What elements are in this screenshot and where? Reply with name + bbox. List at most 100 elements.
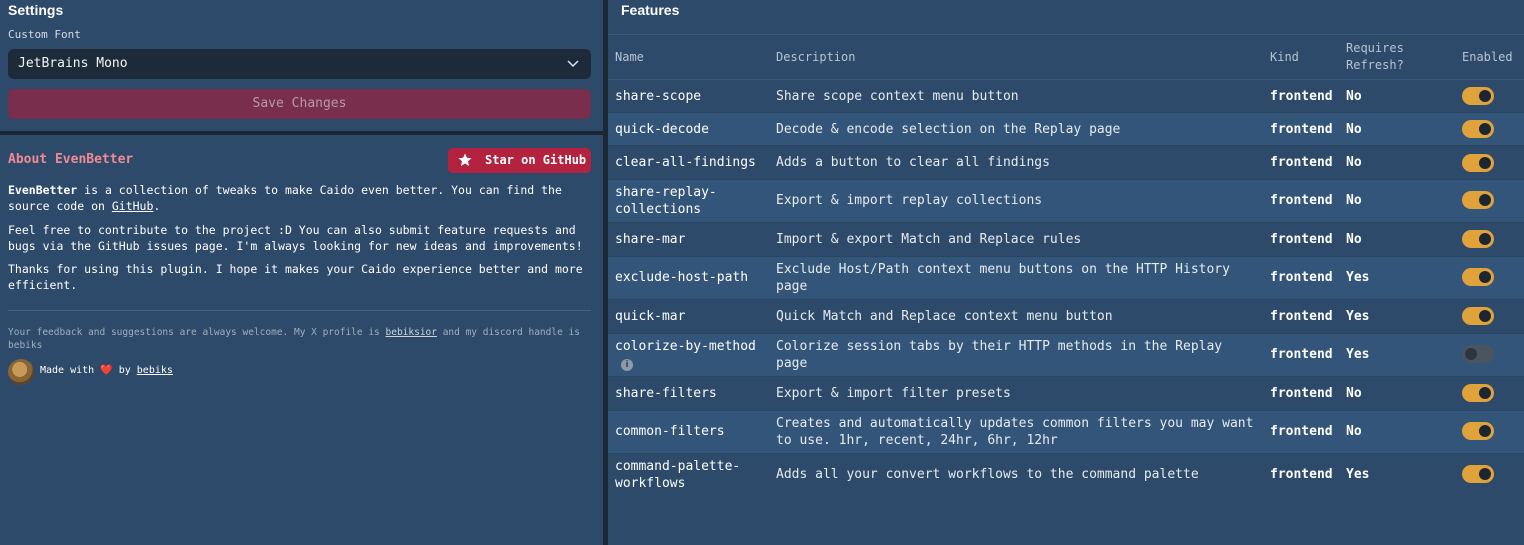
table-row: exclude-host-path Exclude Host/Path cont… — [608, 257, 1524, 300]
feature-name-line1: share-replay- — [615, 185, 717, 200]
settings-card: Settings Custom Font JetBrains Mono Save… — [0, 0, 603, 131]
feature-name: clear-all-findings — [615, 155, 756, 170]
features-title: Features — [621, 2, 680, 18]
table-row: clear-all-findings Adds a button to clea… — [608, 146, 1524, 180]
enabled-toggle[interactable] — [1462, 120, 1494, 138]
star-on-github-button[interactable]: Star on GitHub — [448, 148, 591, 173]
about-text-end: . — [153, 199, 161, 213]
toggle-knob — [1479, 425, 1491, 437]
enabled-toggle[interactable] — [1462, 87, 1494, 105]
enabled-toggle[interactable] — [1462, 230, 1494, 248]
feature-kind: frontend — [1270, 122, 1333, 137]
made-with-text: Made with — [40, 365, 95, 376]
feature-description-line1: Exclude Host/Path context menu buttons o… — [776, 262, 1230, 277]
header-description[interactable]: Description — [776, 49, 855, 66]
enabled-toggle[interactable] — [1462, 384, 1494, 402]
toggle-knob — [1479, 123, 1491, 135]
feature-description: Export & import replay collections — [776, 193, 1043, 208]
feature-refresh: Yes — [1346, 309, 1370, 324]
about-paragraph-2: Feel free to contribute to the project :… — [8, 223, 583, 253]
header-kind[interactable]: Kind — [1270, 49, 1299, 66]
made-with: Made with ❤️ by bebiks — [40, 365, 173, 376]
header-requires-refresh[interactable]: Requires Refresh? — [1346, 40, 1404, 74]
feature-description: Import & export Match and Replace rules — [776, 232, 1082, 247]
about-divider — [8, 310, 591, 311]
enabled-toggle[interactable] — [1462, 307, 1494, 325]
enabled-toggle[interactable] — [1462, 345, 1494, 363]
feature-info: i — [615, 355, 756, 372]
header-enabled[interactable]: Enabled — [1462, 49, 1513, 66]
feature-refresh: No — [1346, 386, 1362, 401]
author-link[interactable]: bebiks — [137, 365, 173, 376]
table-row: quick-decode Decode & encode selection o… — [608, 113, 1524, 146]
about-text: is a collection of tweaks to make Caido … — [8, 183, 562, 213]
enabled-toggle[interactable] — [1462, 268, 1494, 286]
chevron-down-icon — [567, 60, 579, 68]
feature-kind: frontend — [1270, 309, 1333, 324]
feature-kind: frontend — [1270, 89, 1333, 104]
table-row: share-scope Share scope context menu but… — [608, 80, 1524, 113]
feature-description-line1: Colorize session tabs by their HTTP meth… — [776, 339, 1223, 354]
toggle-knob — [1479, 194, 1491, 206]
feature-name: exclude-host-path — [615, 270, 749, 285]
feature-refresh: No — [1346, 155, 1362, 170]
features-panel: Features Name Description Kind Requires … — [608, 0, 1524, 545]
custom-font-value: JetBrains Mono — [18, 56, 128, 71]
settings-title: Settings — [8, 2, 64, 18]
feature-description-line2: to use. 1hr, recent, 24hr, 6hr, 12hr — [776, 433, 1058, 448]
section-divider — [0, 131, 603, 135]
feature-name: share-scope — [615, 89, 702, 104]
x-profile-link[interactable]: bebiksior — [386, 327, 437, 338]
plugin-name: EvenBetter — [8, 183, 78, 197]
heart-icon: ❤️ — [100, 365, 113, 376]
feature-description-line2: page — [776, 279, 808, 294]
table-row: quick-mar Quick Match and Replace contex… — [608, 300, 1524, 334]
github-link[interactable]: GitHub — [112, 199, 154, 213]
left-panel: Settings Custom Font JetBrains Mono Save… — [0, 0, 603, 545]
feature-description: Adds all your convert workflows to the c… — [776, 467, 1199, 482]
toggle-knob — [1479, 157, 1491, 169]
table-row: common-filters Creates and automatically… — [608, 411, 1524, 454]
feature-refresh: No — [1346, 424, 1362, 439]
feature-description: Decode & encode selection on the Replay … — [776, 122, 1121, 137]
feature-kind: frontend — [1270, 347, 1333, 362]
feature-name: colorize-by-method i — [615, 338, 756, 372]
feature-kind: frontend — [1270, 270, 1333, 285]
feature-refresh: No — [1346, 232, 1362, 247]
feature-kind: frontend — [1270, 467, 1333, 482]
feature-kind: frontend — [1270, 424, 1333, 439]
header-name[interactable]: Name — [615, 49, 644, 66]
save-changes-button[interactable]: Save Changes — [8, 89, 591, 119]
table-header: Name Description Kind Requires Refresh? … — [608, 34, 1524, 80]
about-paragraph-1: EvenBetter is a collection of tweaks to … — [8, 182, 593, 214]
table-row: colorize-by-method i Colorize session ta… — [608, 334, 1524, 377]
info-icon[interactable]: i — [621, 359, 633, 371]
feedback-pre: Your feedback and suggestions are always… — [8, 327, 386, 338]
feature-kind: frontend — [1270, 155, 1333, 170]
feature-name: share-mar — [615, 232, 686, 247]
feature-description: Quick Match and Replace context menu but… — [776, 309, 1113, 324]
feature-kind: frontend — [1270, 386, 1333, 401]
by-text: by — [118, 365, 131, 376]
avatar — [8, 359, 34, 385]
enabled-toggle[interactable] — [1462, 422, 1494, 440]
feature-description: Adds a button to clear all findings — [776, 155, 1050, 170]
features-table: Name Description Kind Requires Refresh? … — [608, 34, 1524, 497]
toggle-knob — [1479, 271, 1491, 283]
feature-description: Share scope context menu button — [776, 89, 1019, 104]
enabled-toggle[interactable] — [1462, 465, 1494, 483]
feedback-text: Your feedback and suggestions are always… — [8, 326, 593, 352]
feature-name: share-filters — [615, 386, 717, 401]
custom-font-label: Custom Font — [8, 28, 81, 41]
toggle-knob — [1479, 90, 1491, 102]
custom-font-select[interactable]: JetBrains Mono — [8, 49, 591, 79]
feature-name: command-palette- workflows — [615, 458, 740, 492]
table-row: share-replay- collections Export & impor… — [608, 180, 1524, 223]
enabled-toggle[interactable] — [1462, 191, 1494, 209]
feature-kind: frontend — [1270, 193, 1333, 208]
enabled-toggle[interactable] — [1462, 154, 1494, 172]
feature-name-line1: colorize-by-method — [615, 339, 756, 354]
feature-name-line2: workflows — [615, 476, 686, 491]
star-on-github-label: Star on GitHub — [485, 153, 587, 167]
feature-description-line1: Creates and automatically updates common… — [776, 416, 1254, 431]
